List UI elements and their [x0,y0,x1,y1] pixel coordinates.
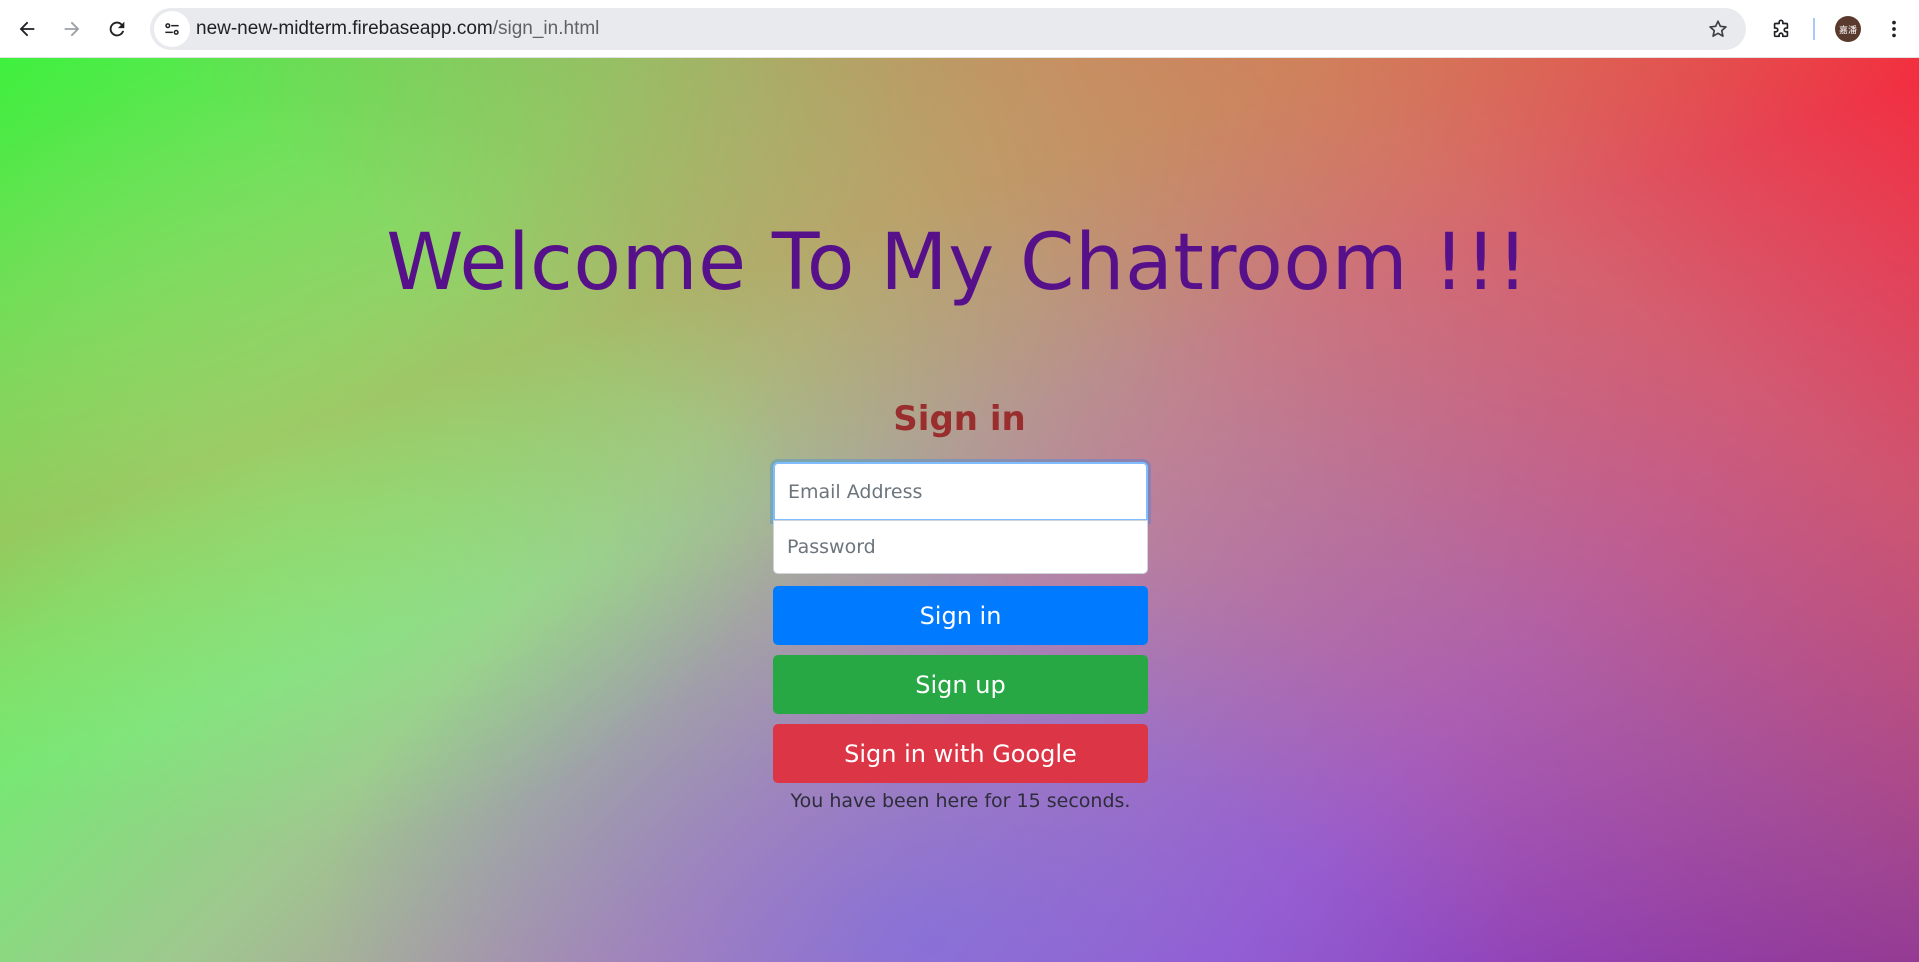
forward-arrow-icon [64,21,80,37]
back-button[interactable] [9,11,45,47]
url-text[interactable]: new-new-midterm.firebaseapp.com/sign_in.… [196,8,599,50]
tune-icon [165,23,179,35]
password-input[interactable] [773,520,1148,574]
toolbar-divider [1813,18,1815,40]
sign-up-button[interactable]: Sign up [773,655,1148,714]
bookmark-button[interactable] [1704,15,1732,43]
profile-avatar[interactable]: 嘉潘 [1835,16,1861,42]
menu-button[interactable] [1876,11,1912,47]
sign-in-form: Sign in Sign up Sign in with Google You … [773,462,1148,812]
sign-in-title: Sign in [893,399,1026,439]
browser-toolbar: new-new-midterm.firebaseapp.com/sign_in.… [0,0,1919,58]
sign-in-button[interactable]: Sign in [773,586,1148,645]
page-background: Welcome To My Chatroom !!! Sign in Sign … [0,58,1919,962]
reload-icon [109,21,125,37]
forward-button[interactable] [54,11,90,47]
welcome-heading: Welcome To My Chatroom !!! [0,218,1919,308]
url-path: /sign_in.html [492,18,600,39]
google-sign-in-button[interactable]: Sign in with Google [773,724,1148,783]
more-vert-icon [1892,20,1896,38]
puzzle-icon [1773,19,1789,38]
email-input[interactable] [773,462,1148,521]
back-arrow-icon [19,21,35,37]
extensions-button[interactable] [1763,11,1799,47]
welcome-heading-text: Welcome To My Chatroom !!! [386,218,1529,308]
address-bar[interactable]: new-new-midterm.firebaseapp.com/sign_in.… [150,8,1746,50]
site-info-button[interactable] [154,11,190,47]
reload-button[interactable] [99,11,135,47]
star-icon [1709,20,1727,37]
url-host: new-new-midterm.firebaseapp.com [196,18,493,39]
visit-timer-text: You have been here for 15 seconds. [790,790,1131,812]
